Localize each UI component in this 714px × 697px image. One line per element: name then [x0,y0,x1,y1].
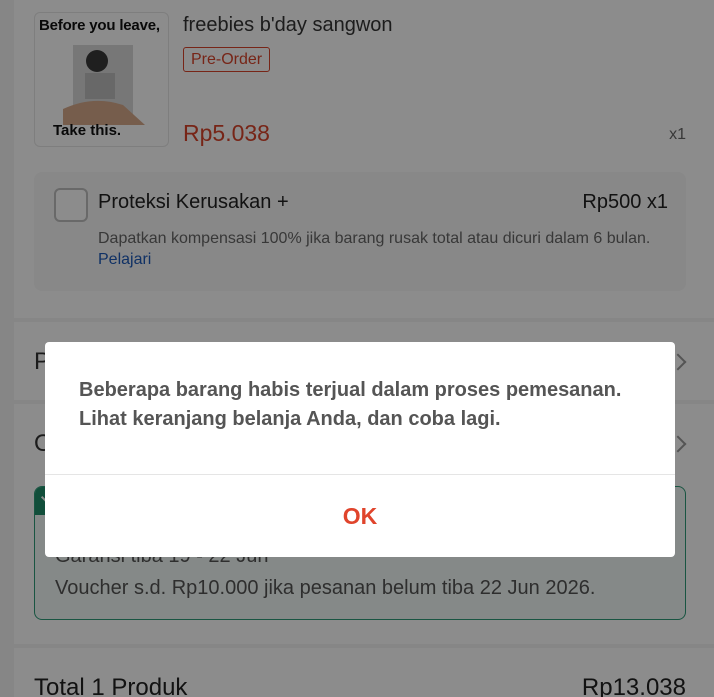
ok-button[interactable]: OK [45,475,675,557]
sold-out-dialog: Beberapa barang habis terjual dalam pros… [45,342,675,557]
dialog-message: Beberapa barang habis terjual dalam pros… [79,379,622,430]
